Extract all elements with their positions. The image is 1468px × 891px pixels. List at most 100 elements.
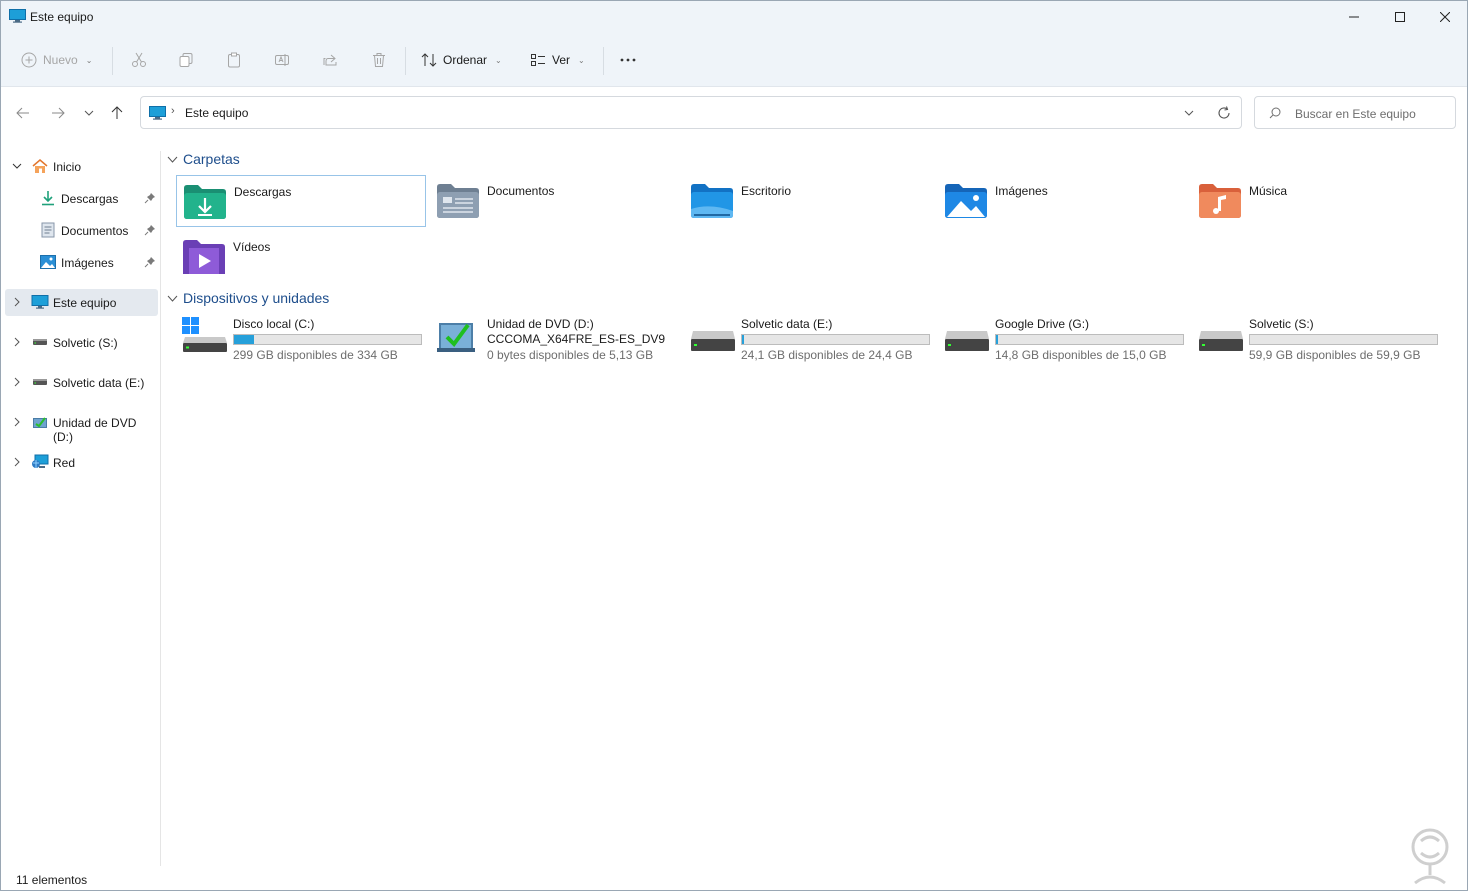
pin-icon[interactable] (144, 224, 156, 236)
drive-usage-bar (995, 334, 1184, 345)
forward-button[interactable] (48, 103, 68, 123)
chevron-down-icon: ⌄ (578, 55, 585, 65)
rename-button[interactable] (274, 47, 290, 73)
maximize-button[interactable] (1377, 1, 1423, 33)
drive-name: Unidad de DVD (D:) (487, 317, 594, 331)
drive-tile-s[interactable]: Solvetic (S:) 59,9 GB disponibles de 59,… (1193, 317, 1447, 369)
chevron-down-icon[interactable] (11, 160, 23, 172)
folder-label: Imágenes (995, 184, 1048, 198)
drive-free-space: 14,8 GB disponibles de 15,0 GB (995, 348, 1167, 362)
minimize-button[interactable] (1331, 1, 1377, 33)
folder-tile-escritorio[interactable]: Escritorio (684, 175, 934, 227)
toolbar-divider (112, 47, 113, 75)
folder-tile-musica[interactable]: Música (1192, 175, 1442, 227)
drive-usage-fill (742, 335, 745, 344)
more-icon (620, 58, 636, 62)
drive-name: Disco local (C:) (233, 317, 315, 331)
drive-icon (691, 331, 735, 351)
chevron-right-icon[interactable] (11, 296, 23, 308)
toolbar-divider (603, 47, 604, 75)
folder-tile-documentos[interactable]: Documentos (430, 175, 680, 227)
drive-free-space: 59,9 GB disponibles de 59,9 GB (1249, 348, 1421, 362)
chevron-right-icon[interactable] (11, 376, 23, 388)
sidebar-item-solvetic-data-e[interactable]: Solvetic data (E:) (5, 369, 158, 396)
dvd-drive-icon (437, 323, 475, 352)
computer-icon (149, 106, 166, 120)
close-button[interactable] (1422, 1, 1468, 33)
folder-tile-descargas[interactable]: Descargas (176, 175, 426, 227)
drive-tile-g[interactable]: Google Drive (G:) 14,8 GB disponibles de… (939, 317, 1193, 369)
recent-locations-button[interactable] (79, 103, 99, 123)
chevron-down-icon (84, 110, 94, 116)
rename-icon (275, 54, 289, 66)
sidebar-item-inicio[interactable]: Inicio (5, 153, 158, 180)
chevron-down-icon (167, 156, 178, 163)
refresh-icon[interactable] (1216, 105, 1232, 121)
view-button[interactable]: Ver ⌄ (530, 47, 585, 73)
documents-folder-icon (437, 184, 479, 218)
search-icon (1269, 107, 1281, 119)
cut-button[interactable] (131, 47, 147, 73)
sidebar-item-label: Imágenes (61, 256, 114, 270)
chevron-down-icon: ⌄ (495, 55, 502, 65)
drive-tile-d[interactable]: Unidad de DVD (D:) CCCOMA_X64FRE_ES-ES_D… (431, 317, 685, 369)
chevron-right-icon[interactable] (11, 336, 23, 348)
search-box[interactable]: Buscar en Este equipo (1254, 96, 1456, 129)
chevron-right-icon[interactable] (11, 416, 23, 428)
more-options-button[interactable] (619, 47, 637, 73)
sidebar-item-label: Este equipo (53, 296, 117, 310)
sidebar-item-imagenes[interactable]: Imágenes (5, 249, 158, 276)
drive-usage-bar (741, 334, 930, 345)
command-bar: Nuevo ⌄ Ordenar ⌄ Ver ⌄ (1, 33, 1467, 87)
section-header-folders[interactable]: Carpetas (167, 151, 240, 167)
folder-tile-imagenes[interactable]: Imágenes (938, 175, 1188, 227)
windows-drive-icon (182, 317, 227, 352)
sidebar-item-descargas[interactable]: Descargas (5, 185, 158, 212)
drive-free-space: 24,1 GB disponibles de 24,4 GB (741, 348, 913, 362)
sidebar-item-dvd-d[interactable]: Unidad de DVD (D:) (5, 409, 158, 444)
up-button[interactable] (107, 103, 127, 123)
chevron-down-icon[interactable] (1183, 107, 1195, 119)
section-header-devices[interactable]: Dispositivos y unidades (167, 290, 329, 306)
drive-free-space: 299 GB disponibles de 334 GB (233, 348, 398, 362)
section-title: Dispositivos y unidades (183, 290, 330, 306)
section-title: Carpetas (183, 151, 240, 167)
sidebar-item-este-equipo[interactable]: Este equipo (5, 289, 158, 316)
picture-icon (40, 255, 56, 269)
paste-button[interactable] (226, 47, 242, 73)
new-button[interactable]: Nuevo ⌄ (21, 47, 92, 73)
drive-usage-fill (234, 335, 254, 344)
arrow-left-icon (16, 107, 29, 119)
drive-tile-c[interactable]: Disco local (C:) 299 GB disponibles de 3… (177, 317, 431, 369)
document-icon (41, 222, 55, 238)
drive-free-space: 0 bytes disponibles de 5,13 GB (487, 348, 654, 362)
back-button[interactable] (13, 103, 33, 123)
pictures-folder-icon (945, 184, 987, 218)
share-button[interactable] (322, 47, 338, 73)
delete-button[interactable] (371, 47, 387, 73)
folder-tile-videos[interactable]: Vídeos (176, 231, 426, 283)
sort-button[interactable]: Ordenar ⌄ (421, 47, 502, 73)
pin-icon[interactable] (144, 256, 156, 268)
videos-folder-icon (183, 240, 225, 274)
pin-icon[interactable] (144, 192, 156, 204)
search-input[interactable]: Buscar en Este equipo (1295, 107, 1416, 121)
drive-volume-label: CCCOMA_X64FRE_ES-ES_DV9 (487, 332, 666, 346)
breadcrumb-chevron-icon[interactable]: › (171, 105, 175, 117)
sidebar-item-documentos[interactable]: Documentos (5, 217, 158, 244)
address-bar[interactable]: › Este equipo (140, 96, 1242, 129)
arrow-up-icon (111, 106, 123, 119)
close-icon (1440, 12, 1450, 22)
sidebar-item-red[interactable]: Red (5, 449, 158, 476)
home-icon (32, 159, 48, 173)
dvd-drive-icon (33, 417, 47, 428)
copy-button[interactable] (178, 47, 194, 73)
drive-name: Solvetic (S:) (1249, 317, 1314, 331)
chevron-right-icon[interactable] (11, 456, 23, 468)
sidebar-item-solvetic-s[interactable]: Solvetic (S:) (5, 329, 158, 356)
share-icon (323, 54, 337, 66)
drive-tile-e[interactable]: Solvetic data (E:) 24,1 GB disponibles d… (685, 317, 939, 369)
breadcrumb[interactable]: Este equipo (185, 106, 248, 120)
drive-icon (33, 379, 47, 385)
minimize-icon (1349, 16, 1359, 18)
